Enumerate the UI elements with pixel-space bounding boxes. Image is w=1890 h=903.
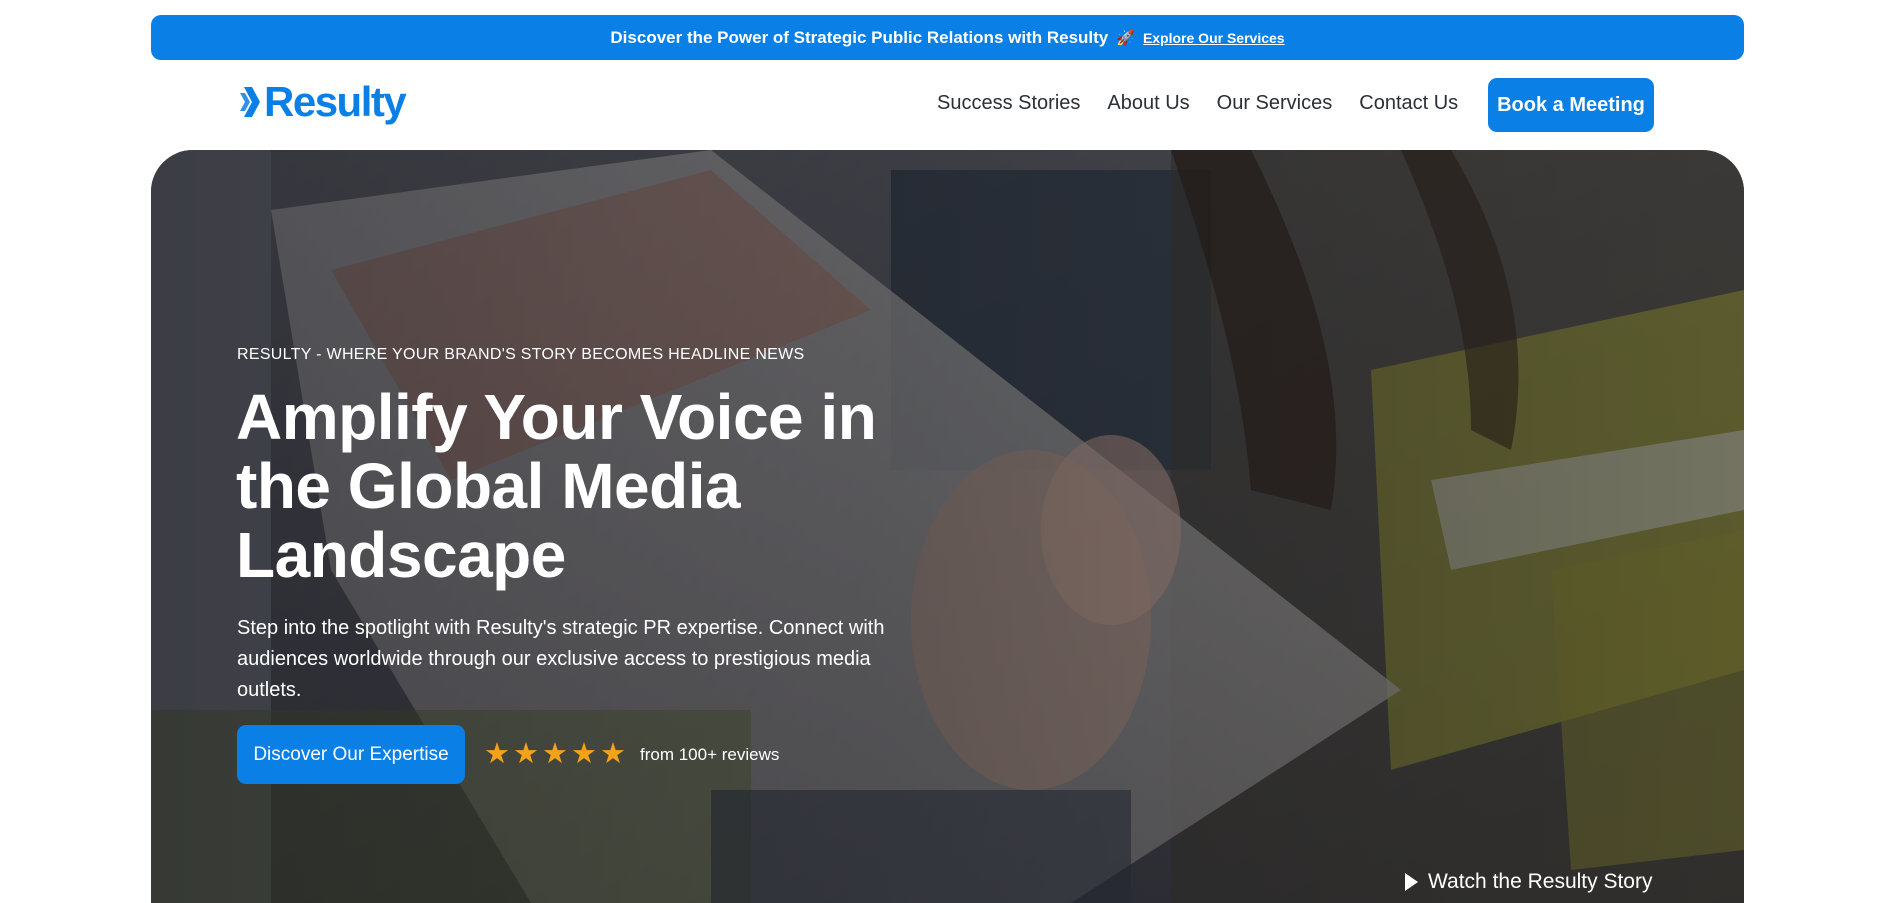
nav-about-us[interactable]: About Us (1107, 92, 1189, 115)
main-nav: Success Stories About Us Our Services Co… (937, 92, 1458, 115)
star-rating: ★ ★ ★ ★ ★ (484, 740, 626, 769)
star-icon: ★ (484, 738, 510, 770)
book-meeting-button[interactable]: Book a Meeting (1488, 78, 1654, 132)
watch-story-button[interactable]: Watch the Resulty Story (1405, 870, 1652, 894)
logo-mark-icon (240, 87, 260, 117)
explore-services-link[interactable]: Explore Our Services (1143, 30, 1285, 46)
rating: ★ ★ ★ ★ ★ from 100+ reviews (484, 740, 779, 769)
discover-expertise-button[interactable]: Discover Our Expertise (237, 725, 465, 784)
reviews-count: from 100+ reviews (640, 744, 780, 764)
hero-eyebrow: RESULTY - WHERE YOUR BRAND'S STORY BECOM… (237, 346, 805, 363)
star-icon: ★ (600, 738, 626, 770)
announcement-bar: Discover the Power of Strategic Public R… (151, 15, 1744, 60)
logo[interactable]: Resulty (240, 77, 407, 127)
star-icon: ★ (542, 738, 568, 770)
nav-contact-us[interactable]: Contact Us (1359, 92, 1458, 115)
site-header: Resulty Success Stories About Us Our Ser… (0, 60, 1890, 150)
star-icon: ★ (513, 738, 539, 770)
nav-our-services[interactable]: Our Services (1217, 92, 1333, 115)
hero-subtext: Step into the spotlight with Resulty's s… (237, 617, 885, 701)
announcement-text: Discover the Power of Strategic Public R… (610, 27, 1109, 47)
nav-success-stories[interactable]: Success Stories (937, 92, 1080, 115)
star-icon: ★ (571, 738, 597, 770)
play-icon (1405, 873, 1418, 891)
watch-story-label: Watch the Resulty Story (1428, 870, 1653, 893)
hero-headline: Amplify Your Voice in the Global Media L… (236, 381, 877, 591)
hero-section: RESULTY - WHERE YOUR BRAND'S STORY BECOM… (151, 150, 1744, 903)
rocket-icon: 🚀 (1116, 29, 1135, 47)
logo-text: Resulty (264, 78, 407, 125)
